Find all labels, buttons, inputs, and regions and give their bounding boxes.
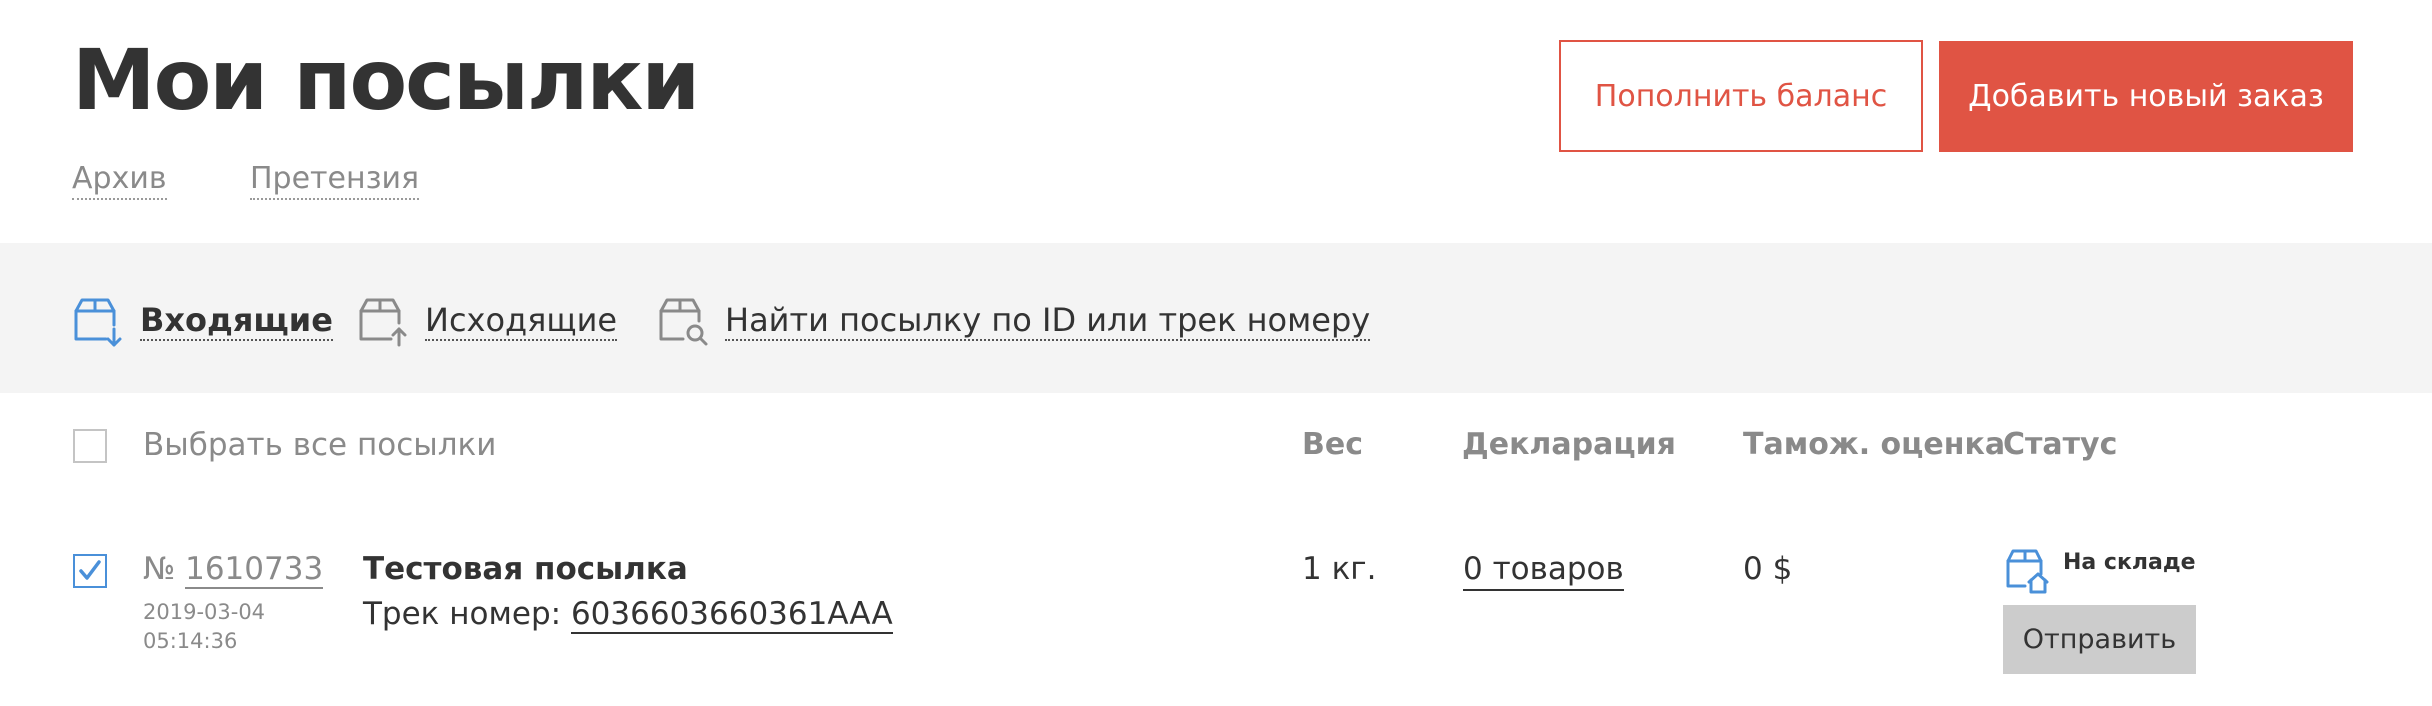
track-number-label: Трек номер: xyxy=(363,596,562,632)
tab-incoming-label: Входящие xyxy=(140,301,333,341)
page-title: Мои посылки xyxy=(72,31,700,129)
checkmark-icon xyxy=(79,560,101,580)
archive-link[interactable]: Архив xyxy=(72,160,167,200)
parcel-time: 05:14:36 xyxy=(143,629,238,653)
search-box-icon xyxy=(659,298,708,346)
claim-link[interactable]: Претензия xyxy=(250,160,420,200)
incoming-box-icon xyxy=(74,298,122,347)
column-header-status: Статус xyxy=(2003,427,2118,462)
tab-find-parcel[interactable]: Найти посылку по ID или трек номеру xyxy=(655,293,1371,349)
column-header-weight: Вес xyxy=(1302,427,1363,462)
send-button[interactable]: Отправить xyxy=(2003,605,2196,674)
tab-outgoing-label: Исходящие xyxy=(425,301,618,341)
outgoing-box-icon xyxy=(359,298,407,347)
warehouse-box-icon xyxy=(2006,549,2049,594)
parcel-name: Тестовая посылка xyxy=(363,551,688,587)
customs-value: 0 $ xyxy=(1743,551,1793,587)
track-number-link[interactable]: 6036603660361AAA xyxy=(570,596,893,634)
column-header-customs: Тамож. оценка xyxy=(1743,427,2006,462)
select-all-checkbox[interactable] xyxy=(73,429,107,463)
tab-find-parcel-label: Найти посылку по ID или трек номеру xyxy=(725,301,1371,341)
parcel-weight: 1 кг. xyxy=(1302,551,1377,587)
column-header-declaration: Декларация xyxy=(1462,427,1676,462)
parcel-number: № 1610733 xyxy=(143,549,324,589)
declaration-link[interactable]: 0 товаров xyxy=(1463,549,1624,591)
add-new-order-button[interactable]: Добавить новый заказ xyxy=(1939,41,2353,152)
row-checkbox[interactable] xyxy=(73,554,107,588)
topup-balance-button[interactable]: Пополнить баланс xyxy=(1559,40,1923,152)
tab-outgoing[interactable]: Исходящие xyxy=(355,293,618,349)
parcel-toolbar: Входящие Исходящие Найти посылку по ID и… xyxy=(0,243,2432,393)
track-number-line: Трек номер: 6036603660361AAA xyxy=(363,594,893,634)
status-badge: На складе xyxy=(2063,550,2196,575)
parcel-number-link[interactable]: 1610733 xyxy=(185,551,324,589)
parcel-number-prefix: № xyxy=(143,551,176,587)
parcel-date: 2019-03-04 xyxy=(143,600,266,624)
select-all-label: Выбрать все посылки xyxy=(143,427,497,463)
tab-incoming[interactable]: Входящие xyxy=(70,293,333,349)
